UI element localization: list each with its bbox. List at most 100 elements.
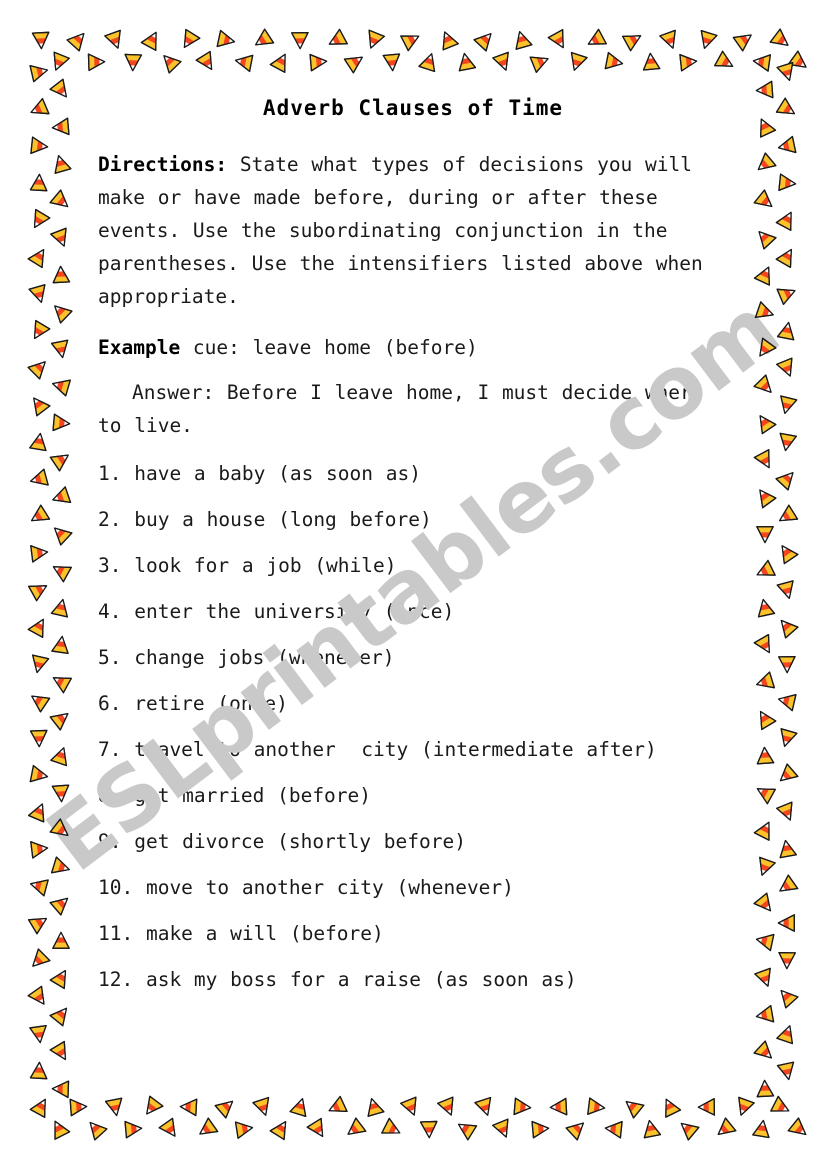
candy-corn-icon xyxy=(24,206,53,234)
candy-corn-icon xyxy=(289,30,311,50)
candy-corn-icon xyxy=(774,430,799,454)
candy-corn-icon xyxy=(603,1117,625,1141)
candy-corn-icon xyxy=(730,1094,758,1120)
candy-corn-icon xyxy=(378,1115,406,1144)
candy-corn-icon xyxy=(174,26,203,55)
candy-corn-icon xyxy=(602,49,626,74)
candy-corn-icon xyxy=(750,1117,775,1140)
candy-corn-icon xyxy=(266,1115,295,1144)
candy-corn-icon xyxy=(415,49,442,75)
candy-corn-icon xyxy=(26,873,51,899)
candy-corn-icon xyxy=(26,652,52,676)
candy-corn-icon xyxy=(28,134,50,158)
candy-corn-icon xyxy=(27,1093,56,1121)
candy-corn-icon xyxy=(46,964,75,992)
candy-corn-icon xyxy=(434,1094,462,1121)
candy-corn-icon xyxy=(452,1114,481,1143)
candy-corn-icon xyxy=(752,596,778,620)
candy-corn-icon xyxy=(751,816,780,844)
candy-corn-icon xyxy=(46,889,76,919)
candy-corn-icon xyxy=(122,1117,144,1141)
candy-corn-icon xyxy=(774,577,800,602)
directions-paragraph: Directions: State what types of decision… xyxy=(98,148,728,313)
candy-corn-icon xyxy=(753,1078,776,1099)
candy-corn-icon xyxy=(249,1094,276,1120)
candy-corn-icon xyxy=(545,26,574,54)
candy-corn-icon xyxy=(46,297,76,327)
candy-corn-icon xyxy=(51,1078,72,1101)
candy-corn-icon xyxy=(102,1095,127,1119)
candy-corn-icon xyxy=(192,48,221,77)
list-item: 9. get divorce (shortly before) xyxy=(98,830,466,853)
candy-corn-icon xyxy=(751,261,779,288)
candy-corn-icon xyxy=(25,613,54,641)
candy-corn-icon xyxy=(773,94,802,123)
candy-corn-icon xyxy=(772,539,801,568)
candy-corn-icon xyxy=(673,1114,702,1144)
candy-corn-icon xyxy=(137,1092,167,1121)
candy-corn-icon xyxy=(750,889,780,918)
candy-corn-icon xyxy=(47,668,75,697)
candy-corn-icon xyxy=(470,25,500,55)
example-cue: cue: leave home (before) xyxy=(180,336,478,359)
candy-corn-icon xyxy=(25,95,52,123)
candy-corn-icon xyxy=(27,172,50,193)
candy-corn-icon xyxy=(750,223,780,253)
candy-corn-icon xyxy=(267,48,296,76)
candy-corn-icon xyxy=(750,149,779,179)
candy-corn-icon xyxy=(767,1093,795,1122)
candy-corn-icon xyxy=(26,281,53,306)
candy-corn-icon xyxy=(774,59,801,85)
candy-corn-icon xyxy=(49,634,74,657)
candy-corn-icon xyxy=(752,669,778,696)
candy-corn-icon xyxy=(86,51,107,74)
candy-corn-icon xyxy=(27,1060,50,1081)
candy-corn-icon xyxy=(772,612,802,642)
candy-corn-icon xyxy=(527,48,554,76)
candy-corn-icon xyxy=(155,47,185,77)
candy-corn-icon xyxy=(729,25,758,54)
candy-corn-icon xyxy=(232,1117,255,1142)
candy-corn-icon xyxy=(750,482,780,511)
candy-corn-icon xyxy=(46,704,75,734)
candy-corn-icon xyxy=(27,1023,52,1046)
candy-corn-icon xyxy=(25,686,54,715)
candy-corn-icon xyxy=(24,390,54,419)
candy-corn-icon xyxy=(26,466,51,492)
candy-corn-icon xyxy=(122,52,145,73)
candy-corn-icon xyxy=(751,113,779,140)
candy-corn-icon xyxy=(750,1037,780,1067)
candy-corn-icon xyxy=(772,982,802,1012)
candy-corn-icon xyxy=(249,25,278,54)
candy-corn-icon xyxy=(753,745,776,766)
directions-label: Directions: xyxy=(98,153,228,176)
candy-corn-icon xyxy=(24,317,53,345)
candy-corn-icon xyxy=(46,1000,76,1029)
candy-corn-icon xyxy=(548,1095,569,1118)
candy-corn-icon xyxy=(489,1116,517,1143)
candy-corn-icon xyxy=(753,928,777,954)
candy-corn-icon xyxy=(214,27,238,53)
candy-corn-icon xyxy=(776,654,798,674)
candy-corn-icon xyxy=(287,1094,314,1120)
list-item: 11. make a will (before) xyxy=(98,922,384,945)
candy-corn-icon xyxy=(656,27,684,53)
candy-corn-icon xyxy=(777,912,797,934)
candy-corn-icon xyxy=(380,51,404,73)
candy-corn-icon xyxy=(562,1114,592,1144)
candy-corn-icon xyxy=(25,576,53,605)
candy-corn-icon xyxy=(751,446,780,474)
candy-corn-icon xyxy=(710,1114,739,1144)
candy-corn-icon xyxy=(48,151,75,176)
candy-corn-icon xyxy=(582,26,610,55)
candy-corn-icon xyxy=(101,27,129,53)
candy-corn-icon xyxy=(46,186,75,216)
candy-corn-icon xyxy=(307,50,329,74)
candy-corn-icon xyxy=(772,243,801,271)
candy-corn-icon xyxy=(753,1002,777,1027)
candy-corn-icon xyxy=(418,1119,441,1140)
candy-corn-icon xyxy=(711,48,739,77)
candy-corn-icon xyxy=(323,1093,350,1121)
candy-corn-icon xyxy=(585,1095,608,1119)
candy-corn-icon xyxy=(751,50,774,75)
